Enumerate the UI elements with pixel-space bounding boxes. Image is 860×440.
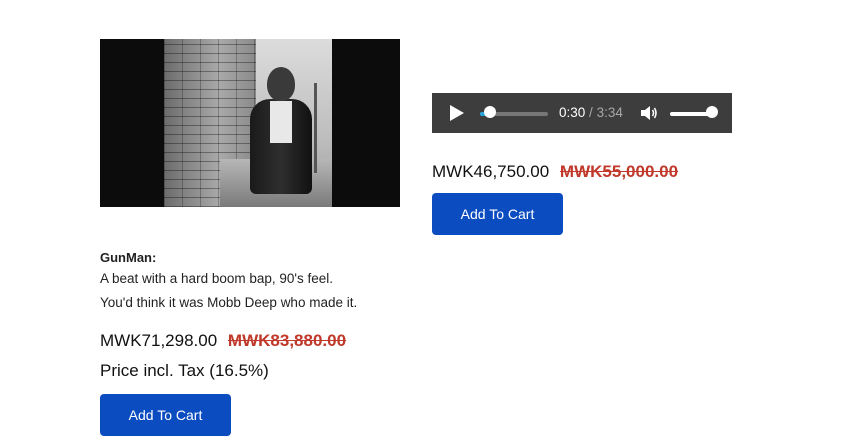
original-price: MWK55,000.00 bbox=[559, 162, 679, 181]
utility-pole-graphic bbox=[314, 83, 317, 173]
current-time: 0:30 bbox=[559, 105, 586, 120]
add-to-cart-button[interactable]: Add To Cart bbox=[100, 394, 231, 436]
add-to-cart-button[interactable]: Add To Cart bbox=[432, 193, 563, 235]
current-price: MWK46,750.00 bbox=[432, 162, 550, 181]
volume-icon[interactable] bbox=[640, 105, 658, 121]
product-description: A beat with a hard boom bap, 90's feel. … bbox=[100, 267, 400, 315]
price-row: MWK46,750.00 MWK55,000.00 bbox=[432, 160, 732, 184]
current-price: MWK71,298.00 bbox=[100, 331, 218, 350]
person-head-graphic bbox=[267, 67, 295, 101]
person-shirt-graphic bbox=[270, 101, 292, 143]
time-separator: / bbox=[589, 105, 593, 120]
description-line: You'd think it was Mobb Deep who made it… bbox=[100, 295, 358, 310]
time-display: 0:30 / 3:34 bbox=[559, 105, 623, 121]
product-card-audio: 0:30 / 3:34 MWK46,750.00 MWK55,000.00 Ad… bbox=[432, 93, 732, 235]
product-title: GunMan: bbox=[100, 250, 157, 265]
video-thumbnail-image[interactable] bbox=[100, 39, 400, 207]
price-row: MWK71,298.00 MWK83,880.00 bbox=[100, 329, 400, 353]
volume-handle[interactable] bbox=[705, 106, 718, 118]
play-icon[interactable] bbox=[450, 105, 464, 121]
duration: 3:34 bbox=[596, 105, 623, 120]
audio-player[interactable]: 0:30 / 3:34 bbox=[432, 93, 732, 133]
product-card-gunman: GunMan: A beat with a hard boom bap, 90'… bbox=[100, 39, 400, 436]
original-price: MWK83,880.00 bbox=[227, 331, 347, 350]
seek-handle[interactable] bbox=[483, 106, 496, 118]
description-line: A beat with a hard boom bap, 90's feel. bbox=[100, 271, 333, 286]
tax-note: Price incl. Tax (16.5%) bbox=[100, 361, 269, 380]
